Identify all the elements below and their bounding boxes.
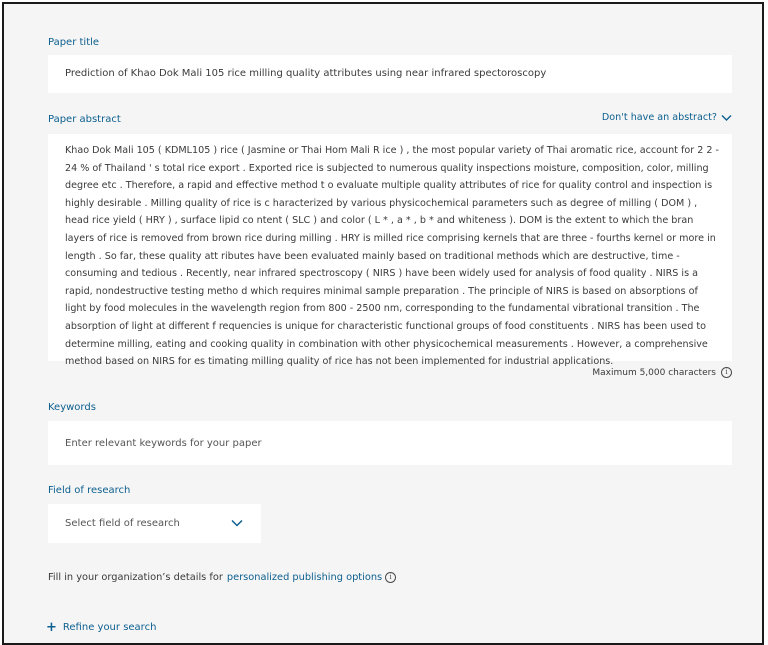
paper-title-value: Prediction of Khao Dok Mali 105 rice mil… [65, 68, 547, 79]
keywords-label: Keywords [48, 402, 96, 413]
paper-title-field[interactable]: Prediction of Khao Dok Mali 105 rice mil… [48, 55, 732, 93]
refine-search-button[interactable]: + Refine your search [46, 619, 157, 635]
field-of-research-value: Select field of research [65, 518, 180, 529]
organization-prompt-text: Fill in your organization’s details for [48, 572, 223, 583]
no-abstract-link[interactable]: Don't have an abstract? [602, 112, 717, 123]
paper-title-label: Paper title [48, 37, 100, 48]
chevron-down-icon [721, 114, 732, 121]
submission-form: Paper title Prediction of Khao Dok Mali … [2, 2, 764, 645]
no-abstract-toggle[interactable]: Don't have an abstract? [602, 112, 732, 123]
field-of-research-select[interactable]: Select field of research [48, 504, 261, 543]
paper-abstract-label: Paper abstract [48, 114, 121, 125]
paper-abstract-field[interactable]: Khao Dok Mali 105 ( KDML105 ) rice ( Jas… [48, 134, 732, 367]
info-icon[interactable]: i [385, 572, 397, 583]
character-limit-text: Maximum 5,000 characters [592, 367, 716, 378]
field-of-research-label: Field of research [48, 485, 131, 496]
chevron-down-icon [231, 519, 243, 527]
character-limit-note: Maximum 5,000 characters i [592, 367, 732, 378]
keywords-field[interactable] [48, 421, 732, 465]
paper-abstract-value: Khao Dok Mali 105 ( KDML105 ) rice ( Jas… [65, 145, 719, 368]
plus-icon: + [46, 619, 57, 635]
refine-search-label: Refine your search [62, 622, 157, 633]
info-icon[interactable]: i [721, 367, 732, 378]
organization-prompt: Fill in your organization’s details for … [48, 572, 397, 583]
personalized-options-link[interactable]: personalized publishing options [227, 572, 382, 583]
keywords-input[interactable] [65, 421, 715, 465]
